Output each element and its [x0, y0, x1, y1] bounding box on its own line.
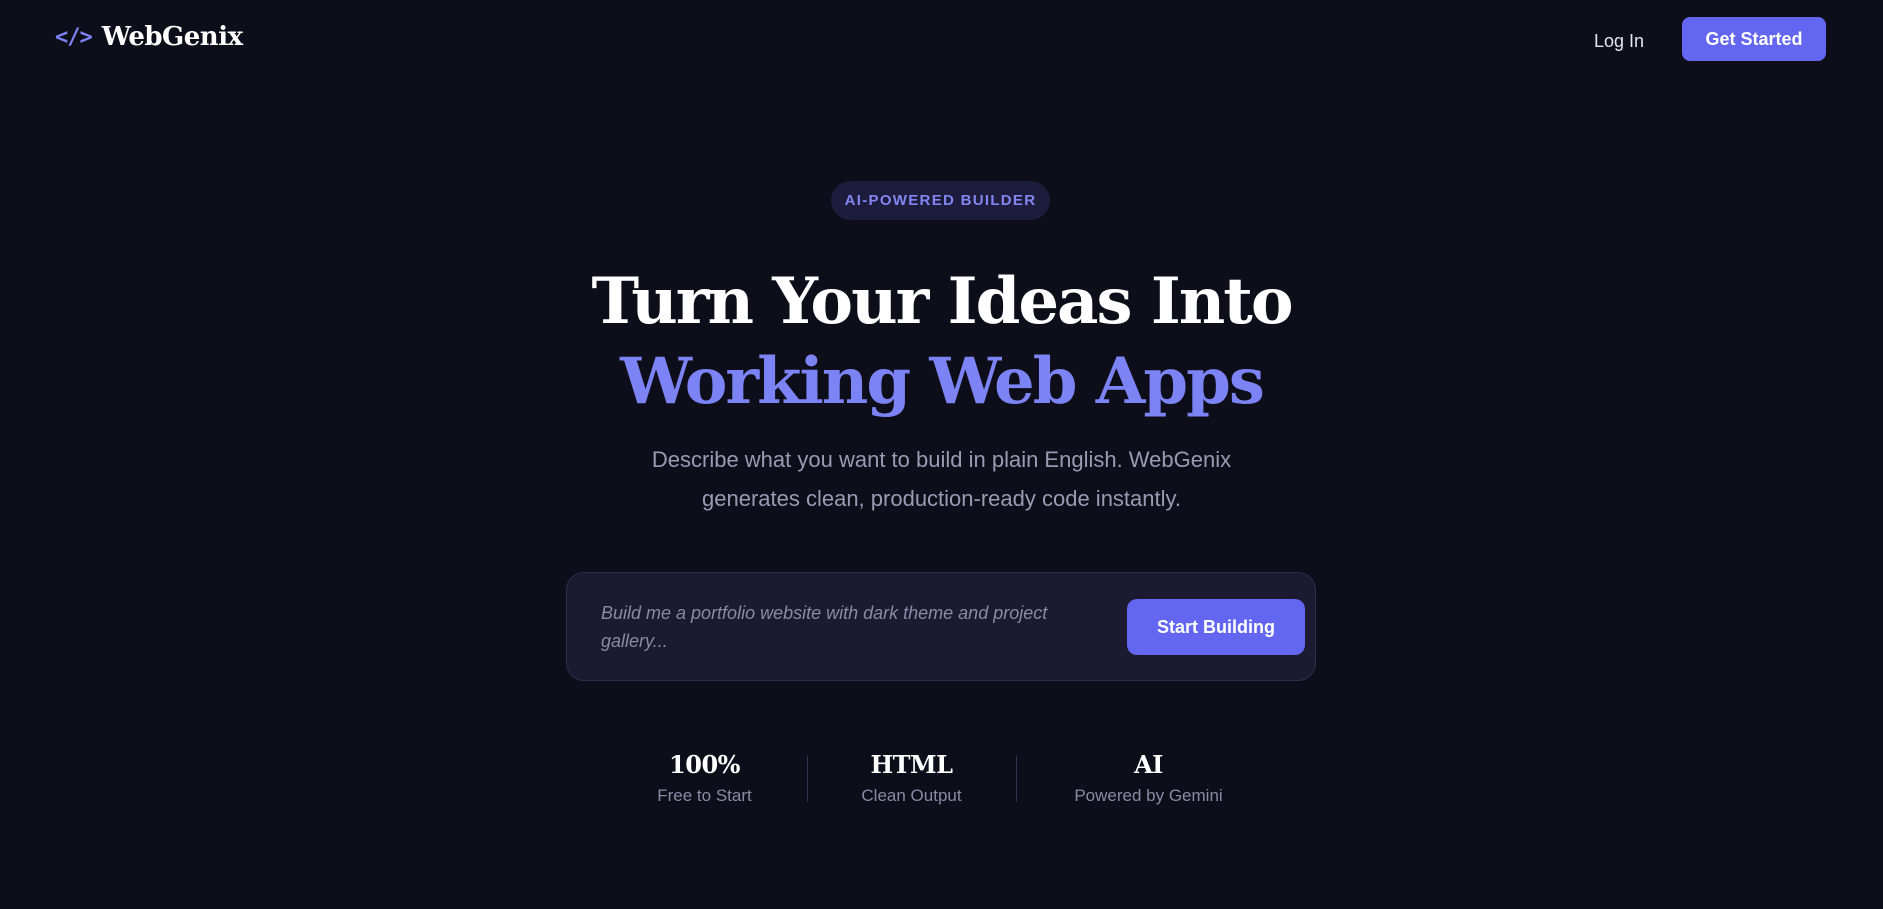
stat-html: HTML Clean Output	[848, 748, 976, 808]
ai-powered-badge: AI-POWERED BUILDER	[831, 181, 1050, 220]
brand-logo[interactable]: </> WebGenix	[55, 22, 243, 52]
stat-ai: AI Powered by Gemini	[1057, 748, 1241, 808]
subtext-line-2: generates clean, production-ready code i…	[702, 486, 1181, 511]
hero-subtext: Describe what you want to build in plain…	[0, 440, 1883, 518]
code-brackets-icon: </>	[55, 24, 93, 50]
stat-value: HTML	[870, 750, 953, 779]
start-building-button[interactable]: Start Building	[1127, 599, 1305, 655]
stat-free: 100% Free to Start	[643, 748, 767, 808]
stat-divider	[806, 756, 808, 802]
get-started-button[interactable]: Get Started	[1682, 17, 1826, 61]
headline-line-2: Working Web Apps	[620, 344, 1265, 419]
brand-name: WebGenix	[101, 22, 243, 52]
stat-divider	[1015, 756, 1017, 802]
top-navbar: </> WebGenix Log In Get Started	[0, 0, 1883, 80]
login-button[interactable]: Log In	[1580, 24, 1658, 58]
stats-row: 100% Free to Start HTML Clean Output AI …	[0, 748, 1883, 808]
prompt-box: Start Building	[566, 572, 1316, 681]
hero-headline: Turn Your Ideas Into Working Web Apps	[0, 262, 1883, 422]
headline-line-1: Turn Your Ideas Into	[591, 264, 1293, 339]
subtext-line-1: Describe what you want to build in plain…	[651, 447, 1232, 472]
stat-value: AI	[1134, 750, 1163, 779]
stat-value: 100%	[669, 750, 740, 779]
prompt-input[interactable]	[601, 599, 1081, 659]
stat-label: Clean Output	[861, 786, 962, 805]
landing-page: </> WebGenix Log In Get Started AI-POWER…	[0, 0, 1883, 909]
stat-label: Free to Start	[657, 786, 752, 805]
stat-label: Powered by Gemini	[1074, 786, 1223, 805]
